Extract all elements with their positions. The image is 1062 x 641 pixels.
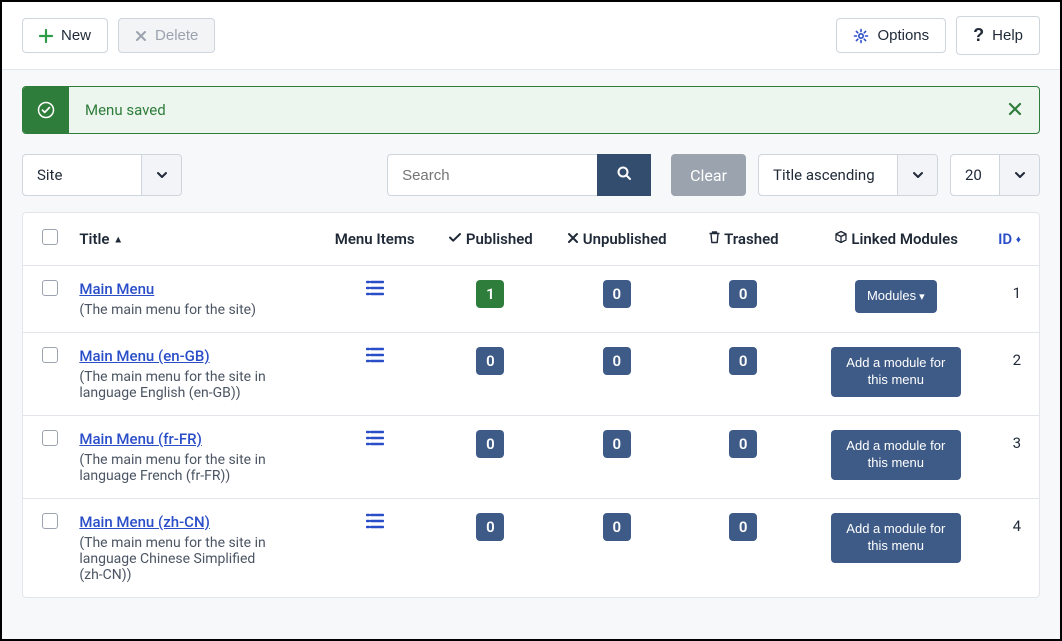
modules-dropdown-button[interactable]: Modules xyxy=(855,280,937,313)
col-id[interactable]: ID ♦ xyxy=(985,213,1039,266)
menu-title-link[interactable]: Main Menu (fr-FR) xyxy=(79,430,202,448)
menu-items-icon[interactable] xyxy=(366,349,384,367)
trashed-badge[interactable]: 0 xyxy=(729,347,757,375)
chevron-down-icon xyxy=(897,155,937,195)
chevron-down-icon xyxy=(999,155,1039,195)
add-module-button[interactable]: Add a module for this menu xyxy=(831,513,961,563)
clear-button-label: Clear xyxy=(690,166,727,185)
new-button-label: New xyxy=(61,27,91,44)
check-icon xyxy=(448,230,466,248)
alert-close-button[interactable] xyxy=(991,98,1039,122)
toolbar: New Delete Options ? Help xyxy=(2,2,1060,69)
plus-icon xyxy=(39,29,53,43)
sort-select-label: Title ascending xyxy=(759,155,897,195)
menu-items-icon[interactable] xyxy=(366,432,384,450)
select-all-checkbox[interactable] xyxy=(42,229,58,245)
menu-description: (The main menu for the site) xyxy=(79,302,279,318)
unpublished-badge[interactable]: 0 xyxy=(603,280,631,308)
search-icon xyxy=(616,165,632,185)
cube-icon xyxy=(834,230,852,248)
success-alert: Menu saved xyxy=(22,86,1040,134)
col-published: Published xyxy=(427,213,553,266)
row-id: 1 xyxy=(985,266,1039,333)
row-id: 2 xyxy=(985,333,1039,416)
sort-icon: ♦ xyxy=(1016,235,1021,246)
x-icon xyxy=(567,230,583,248)
new-button[interactable]: New xyxy=(22,18,108,53)
menu-items-icon[interactable] xyxy=(366,515,384,533)
menu-description: (The main menu for the site in language … xyxy=(79,452,279,484)
unpublished-badge[interactable]: 0 xyxy=(603,513,631,541)
delete-button-label: Delete xyxy=(155,27,198,44)
published-badge[interactable]: 1 xyxy=(476,280,504,308)
row-checkbox[interactable] xyxy=(42,280,58,296)
trashed-badge[interactable]: 0 xyxy=(729,513,757,541)
menu-title-link[interactable]: Main Menu xyxy=(79,280,154,298)
menus-table: Title ▲ Menu Items Published xyxy=(22,212,1040,598)
trash-icon xyxy=(708,230,724,248)
site-select[interactable]: Site xyxy=(22,154,182,196)
published-badge[interactable]: 0 xyxy=(476,430,504,458)
clear-button[interactable]: Clear xyxy=(671,154,746,196)
unpublished-badge[interactable]: 0 xyxy=(603,430,631,458)
row-id: 4 xyxy=(985,499,1039,598)
col-trashed: Trashed xyxy=(680,213,806,266)
check-circle-icon xyxy=(23,87,69,133)
limit-select[interactable]: 20 xyxy=(950,154,1040,196)
limit-select-label: 20 xyxy=(951,155,999,195)
published-badge[interactable]: 0 xyxy=(476,347,504,375)
alert-message: Menu saved xyxy=(69,101,991,119)
site-select-label: Site xyxy=(23,155,141,195)
add-module-button[interactable]: Add a module for this menu xyxy=(831,347,961,397)
row-checkbox[interactable] xyxy=(42,430,58,446)
options-button-label: Options xyxy=(877,27,929,44)
trashed-badge[interactable]: 0 xyxy=(729,280,757,308)
unpublished-badge[interactable]: 0 xyxy=(603,347,631,375)
menu-items-icon[interactable] xyxy=(366,282,384,300)
table-row: Main Menu (zh-CN) (The main menu for the … xyxy=(23,499,1039,598)
table-row: Main Menu (en-GB) (The main menu for the … xyxy=(23,333,1039,416)
sort-select[interactable]: Title ascending xyxy=(758,154,938,196)
sort-asc-icon: ▲ xyxy=(113,235,123,246)
table-row: Main Menu (fr-FR) (The main menu for the … xyxy=(23,416,1039,499)
chevron-down-icon xyxy=(141,155,181,195)
search-group xyxy=(387,154,651,196)
col-title[interactable]: Title ▲ xyxy=(69,213,322,266)
x-icon xyxy=(135,30,147,42)
col-items: Menu Items xyxy=(322,213,427,266)
help-button-label: Help xyxy=(992,27,1023,44)
delete-button: Delete xyxy=(118,18,215,53)
row-checkbox[interactable] xyxy=(42,513,58,529)
trashed-badge[interactable]: 0 xyxy=(729,430,757,458)
row-id: 3 xyxy=(985,416,1039,499)
col-unpublished: Unpublished xyxy=(554,213,680,266)
table-row: Main Menu (The main menu for the site) 1 0 0… xyxy=(23,266,1039,333)
help-button[interactable]: ? Help xyxy=(956,16,1040,55)
search-input[interactable] xyxy=(387,154,597,196)
menu-description: (The main menu for the site in language … xyxy=(79,535,279,583)
add-module-button[interactable]: Add a module for this menu xyxy=(831,430,961,480)
filter-bar: Site Clear Title ascending xyxy=(22,154,1040,196)
row-checkbox[interactable] xyxy=(42,347,58,363)
gear-icon xyxy=(853,28,869,44)
search-button[interactable] xyxy=(597,154,651,196)
question-icon: ? xyxy=(973,25,984,46)
published-badge[interactable]: 0 xyxy=(476,513,504,541)
options-button[interactable]: Options xyxy=(836,18,946,53)
menu-title-link[interactable]: Main Menu (en-GB) xyxy=(79,347,209,365)
col-modules: Linked Modules xyxy=(806,213,985,266)
menu-description: (The main menu for the site in language … xyxy=(79,369,279,401)
menu-title-link[interactable]: Main Menu (zh-CN) xyxy=(79,513,210,531)
